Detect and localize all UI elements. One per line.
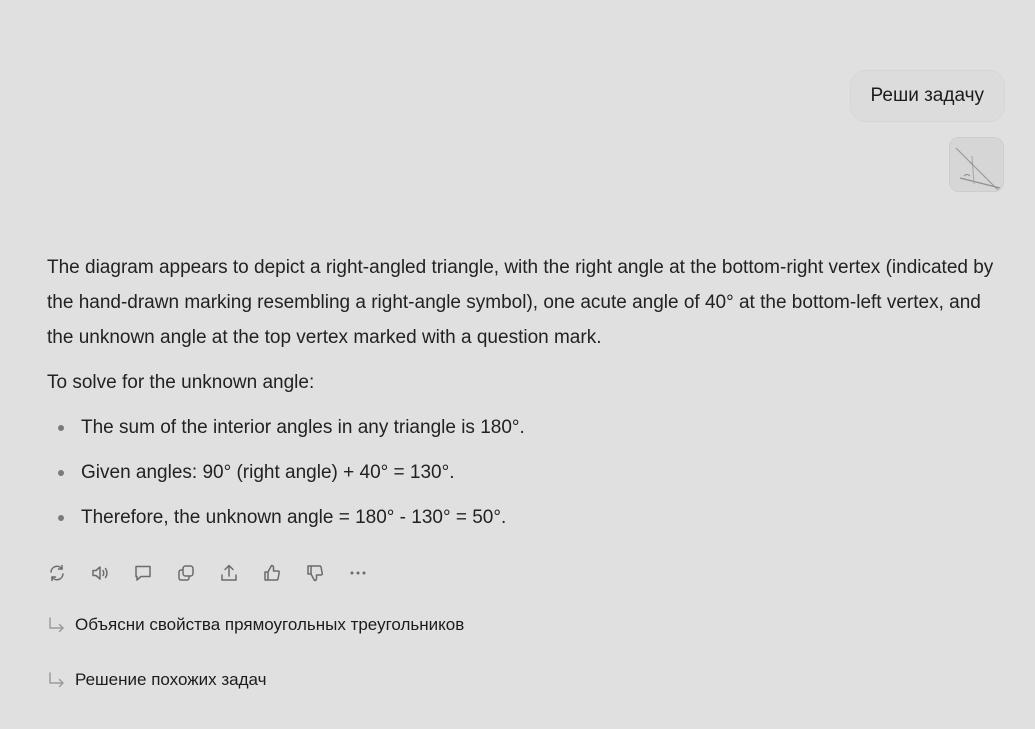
- share-icon: [221, 564, 237, 581]
- follow-up-suggestion[interactable]: Объясни свойства прямоугольных треугольн…: [47, 615, 464, 635]
- copy-icon: [178, 565, 194, 581]
- regenerate-button[interactable]: [46, 561, 89, 585]
- read-aloud-button[interactable]: [89, 561, 132, 585]
- list-item: Given angles: 90° (right angle) + 40° = …: [47, 455, 997, 490]
- more-options-button[interactable]: [347, 561, 390, 585]
- bullet-dot: [58, 515, 64, 521]
- suggestion-text: Объясни свойства прямоугольных треугольн…: [75, 615, 465, 634]
- list-item-text: Therefore, the unknown angle = 180° - 13…: [81, 507, 507, 528]
- message-actions-toolbar: [46, 561, 390, 585]
- bullet-dot: [58, 425, 64, 431]
- suggestion-text: Решение похожих задач: [75, 670, 267, 689]
- reply-arrow-icon: [49, 617, 64, 633]
- list-item: The sum of the interior angles in any tr…: [47, 410, 997, 445]
- follow-up-suggestion[interactable]: Решение похожих задач: [47, 670, 266, 690]
- regenerate-icon: [50, 564, 64, 582]
- triangle-sketch-image: [950, 138, 1003, 191]
- comment-button[interactable]: [132, 561, 175, 585]
- user-message-text: Реши задачу: [870, 85, 984, 106]
- dislike-button[interactable]: [304, 561, 347, 585]
- list-item-text: Given angles: 90° (right angle) + 40° = …: [81, 462, 455, 483]
- share-button[interactable]: [218, 561, 261, 585]
- thumbs-up-icon: [264, 564, 280, 581]
- list-item-text: The sum of the interior angles in any tr…: [81, 417, 525, 438]
- reply-arrow-icon: [49, 672, 64, 688]
- answer-lead: To solve for the unknown angle:: [47, 372, 315, 393]
- user-message-bubble: Реши задачу: [849, 70, 1005, 122]
- more-icon: [350, 571, 366, 575]
- thumbs-down-icon: [307, 565, 323, 582]
- list-item: Therefore, the unknown angle = 180° - 13…: [47, 500, 997, 535]
- speaker-icon: [92, 566, 108, 580]
- bullet-dot: [58, 470, 64, 476]
- copy-button[interactable]: [175, 561, 218, 585]
- like-button[interactable]: [261, 561, 304, 585]
- assistant-answer: The diagram appears to depict a right-an…: [47, 250, 997, 545]
- answer-intro: The diagram appears to depict a right-an…: [47, 257, 994, 348]
- answer-bullets: The sum of the interior angles in any tr…: [47, 410, 997, 535]
- comment-icon: [135, 565, 151, 581]
- attachment-thumbnail[interactable]: [949, 137, 1004, 192]
